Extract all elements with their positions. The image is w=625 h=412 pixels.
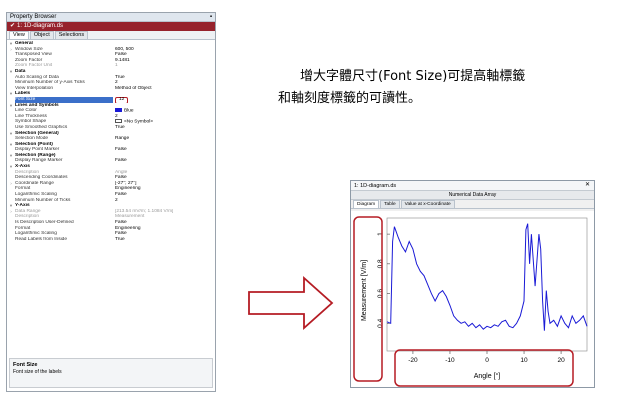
property-value-text: [213.54 mV/m; 1.1084 V/m] (115, 208, 174, 214)
property-value-text: Range (115, 136, 130, 142)
caption-line-2: 和軸刻度標籤的可讀性。 (278, 91, 422, 106)
property-browser-panel: Property Browser ▪ ✔ 1: 1D-diagram.ds Vi… (6, 12, 216, 392)
property-value-text: Measurement (115, 214, 145, 220)
expand-toggle-icon (7, 237, 15, 243)
property-value-text: <No Symbol> (124, 119, 154, 125)
property-value-text: True (115, 236, 125, 242)
right-arrow-icon (248, 276, 334, 330)
property-value-text: Engineering (115, 225, 141, 231)
y-tick-label: 0.4 (377, 318, 384, 327)
tab-selections[interactable]: Selections (54, 31, 89, 39)
document-label: 1: 1D-diagram.ds (17, 23, 64, 29)
x-tick-label: 10 (520, 357, 528, 364)
x-tick-label: 0 (485, 357, 489, 364)
property-value-text: [-27°; 27°] (115, 180, 137, 186)
x-tick-label: -20 (408, 357, 418, 364)
property-value-text: True (115, 74, 125, 80)
property-value-text: 2 (115, 113, 118, 119)
property-value-text: False (115, 220, 127, 225)
x-axis-label: Angle [°] (474, 372, 501, 380)
property-value-text: Method of Object (115, 85, 152, 91)
property-browser-title-bar: Property Browser ▪ (7, 13, 215, 22)
property-value-text: Engineering (115, 186, 141, 192)
property-grid: ▾ General › Window Size 600, 500 Transposed V… (7, 41, 215, 355)
property-tabs: View Object Selections (7, 31, 215, 40)
symbol-swatch-icon (115, 119, 122, 124)
property-value-text: False (115, 175, 127, 181)
property-row[interactable]: Read Labels from Inside True (7, 237, 215, 243)
description-title: Font Size (13, 362, 38, 368)
description-pane: Font Size Font size of the labels (9, 358, 213, 388)
checkmark-icon: ✔ (10, 23, 16, 29)
color-swatch-icon (115, 108, 122, 113)
diagram-title: 1: 1D-diagram.ds (354, 183, 397, 189)
data-array-header: Numerical Data Array (351, 191, 594, 200)
property-value-text: False (115, 158, 127, 164)
property-value-text: True (115, 124, 125, 130)
property-value-text: False (115, 147, 127, 153)
caption-text: 增大字體尺寸(Font Size)可提高軸標籤 和軸刻度標籤的可讀性。 (278, 66, 525, 110)
x-tick-label: -10 (445, 357, 455, 364)
property-value-text: Angle (115, 169, 128, 175)
y-tick-label: 1 (377, 232, 384, 236)
tab-value-at-x[interactable]: Value at x-Coordinate (400, 200, 455, 208)
property-value-text: 2 (115, 80, 118, 86)
tab-object[interactable]: Object (29, 31, 54, 39)
property-browser-title: Property Browser (10, 14, 57, 20)
x-tick-label: 20 (557, 357, 565, 364)
tab-diagram[interactable]: Diagram (353, 200, 380, 208)
tab-table[interactable]: Table (380, 200, 400, 208)
y-tick-label: 0.6 (377, 289, 384, 298)
line-chart: -20 -10 0 10 20 0.4 0.6 0.8 1 Angle [°] Measuremen… (351, 211, 594, 387)
property-value-text: 9.1481 (115, 57, 130, 63)
close-icon[interactable]: ✕ (583, 182, 592, 189)
property-value-text: 2 (115, 197, 118, 203)
property-value-text: False (115, 231, 127, 237)
property-value-text: Blue (124, 108, 134, 114)
y-tick-label: 0.8 (377, 259, 384, 268)
document-header[interactable]: ✔ 1: 1D-diagram.ds (7, 22, 215, 31)
diagram-window: 1: 1D-diagram.ds ✕ Numerical Data Array … (350, 180, 595, 388)
pin-icon[interactable]: ▪ (210, 13, 212, 22)
diagram-tabs: Diagram Table Value at x-Coordinate (351, 200, 594, 209)
property-value-text: 600, 500 (115, 46, 134, 52)
diagram-title-bar: 1: 1D-diagram.ds ✕ (351, 181, 594, 191)
caption-line-1: 增大字體尺寸(Font Size)可提高軸標籤 (300, 69, 526, 84)
y-axis-label: Measurement [V/m] (361, 260, 368, 321)
tab-view[interactable]: View (9, 31, 29, 39)
property-value-text: False (115, 52, 127, 58)
property-value[interactable]: True (113, 237, 215, 243)
property-value-text: 1 (115, 63, 118, 69)
description-text: Font size of the labels (13, 369, 62, 375)
property-value-text: False (115, 192, 127, 198)
property-name: Read Labels from Inside (15, 236, 67, 242)
